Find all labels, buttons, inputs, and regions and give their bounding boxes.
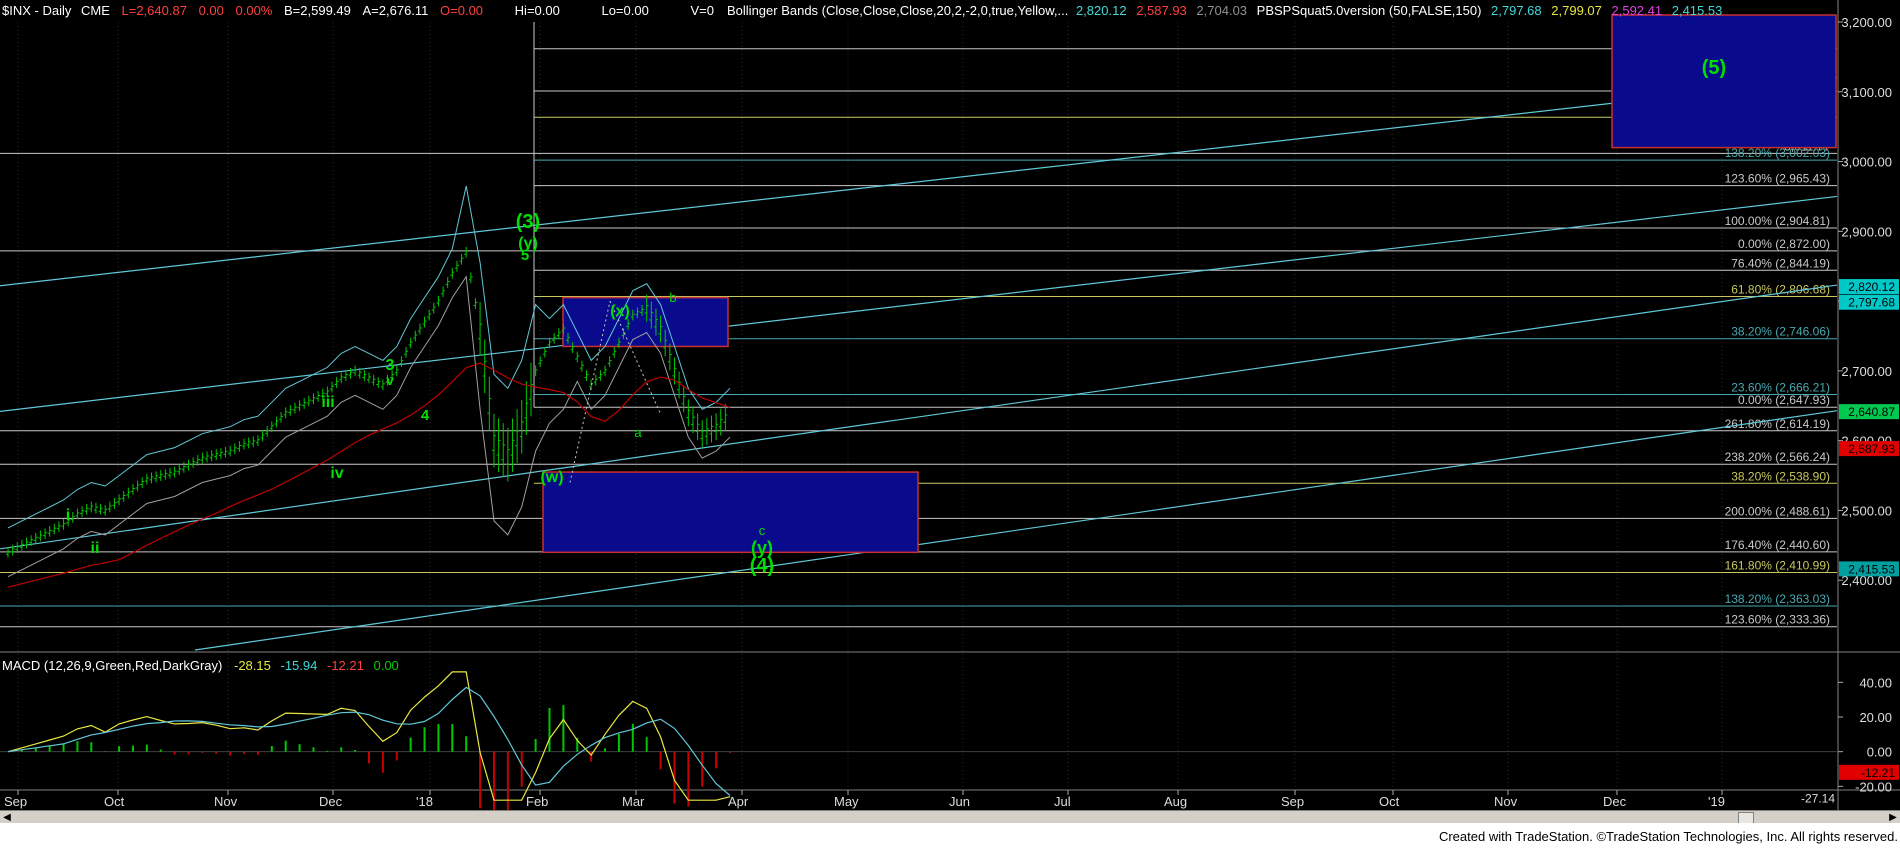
macd-axis-label-0: 40.00 xyxy=(1859,675,1892,690)
fib-label-17: 176.40% (2,440.60) xyxy=(1725,538,1830,552)
time-axis-label-9: Jun xyxy=(949,794,970,809)
fib-label-8: 76.40% (2,844.19) xyxy=(1731,256,1830,270)
wave-label-3: (x) xyxy=(610,303,630,320)
price-axis-label-7: 2,500.00 xyxy=(1841,503,1892,518)
price-chart: Sep Oct Nov Dec '18 Feb Mar Apr May Jun Jul Aug Sep O… xyxy=(0,0,1900,836)
pbs-label: PBSPSquat5.0version (50,FALSE,150) xyxy=(1256,3,1482,18)
pbs-value-3: 2,592.41 xyxy=(1611,3,1663,18)
exchange-label: CME xyxy=(80,3,110,18)
time-axis-label-13: Oct xyxy=(1379,794,1400,809)
macd-right-value: -27.14 xyxy=(1801,792,1835,806)
fib-label-15: 38.20% (2,538.90) xyxy=(1731,469,1830,483)
wave-label-9: (4) xyxy=(750,555,774,577)
axis-price-tag-text-0: 2,820.12 xyxy=(1848,280,1895,294)
indicator-header: Bollinger Bands (Close,Close,Close,20,2,… xyxy=(727,3,1722,19)
time-axis-label-8: May xyxy=(834,794,859,809)
axis-price-tag-text-2: 2,640.87 xyxy=(1848,405,1895,419)
target-box-x xyxy=(562,296,729,348)
axis-price-tag-text-4: 2,415.53 xyxy=(1848,562,1895,576)
price-axis-label-1: 3,100.00 xyxy=(1841,85,1892,100)
time-axis-label-1: Oct xyxy=(104,794,125,809)
footer-copyright: Created with TradeStation. ©TradeStation… xyxy=(1438,829,1898,844)
volume-value: V=0 xyxy=(690,3,714,18)
wave-label-4: b xyxy=(669,290,676,305)
wave-label-12: v xyxy=(386,372,394,388)
horizontal-scrollbar[interactable]: ◀ ▶ xyxy=(0,810,1900,824)
wave-label-16: i xyxy=(66,507,70,524)
macd-value: -28.15 xyxy=(233,658,271,673)
macd-tag-hist-text: -12.21 xyxy=(1861,766,1895,780)
macd-zero-value: 0.00 xyxy=(373,658,399,673)
wave-label-15: iv xyxy=(330,465,343,482)
axis-price-tag-text-3: 2,587.93 xyxy=(1848,442,1895,456)
change-value: 0.00 xyxy=(198,3,224,18)
fib-label-5: 123.60% (2,965.43) xyxy=(1725,172,1830,186)
fib-label-12: 0.00% (2,647.93) xyxy=(1738,393,1830,407)
hi-price: Hi=0.00 xyxy=(514,3,560,18)
wave-label-0: (3) xyxy=(516,211,540,233)
open-price: O=0.00 xyxy=(440,3,484,18)
time-axis-label-10: Jul xyxy=(1054,794,1071,809)
fib-label-14: 238.20% (2,566.24) xyxy=(1725,450,1830,464)
fib-label-6: 100.00% (2,904.81) xyxy=(1725,214,1830,228)
time-axis-label-6: Mar xyxy=(622,794,645,809)
bb-lower-value: 2,587.93 xyxy=(1136,3,1187,18)
fib-label-7: 0.00% (2,872.00) xyxy=(1738,237,1830,251)
ask-price: A=2,676.11 xyxy=(362,3,429,18)
last-price: L=2,640.87 xyxy=(121,3,187,18)
time-axis-label-0: Sep xyxy=(4,794,27,809)
price-axis-label-3: 2,900.00 xyxy=(1841,224,1892,239)
macd-axis-label-3: -20.00 xyxy=(1855,779,1892,794)
time-axis-label-7: Apr xyxy=(728,794,749,809)
price-axis-label-5: 2,700.00 xyxy=(1841,364,1892,379)
bb-mid-value: 2,704.03 xyxy=(1196,3,1248,18)
macd-label: MACD (12,26,9,Green,Red,DarkGray) xyxy=(2,658,223,673)
target-box-5 xyxy=(1611,14,1837,149)
time-axis-label-3: Dec xyxy=(319,794,343,809)
fib-label-10: 38.20% (2,746.06) xyxy=(1731,325,1830,339)
wave-label-7: c xyxy=(759,523,766,538)
macd-signal-value: -15.94 xyxy=(280,658,318,673)
change-pct: 0.00% xyxy=(235,3,273,18)
fib-label-19: 138.20% (2,363.03) xyxy=(1725,592,1830,606)
time-axis-label-12: Sep xyxy=(1281,794,1304,809)
axis-price-tag-text-1: 2,797.68 xyxy=(1848,296,1895,310)
time-axis-label-5: Feb xyxy=(526,794,548,809)
fib-label-9: 61.80% (2,806.68) xyxy=(1731,282,1830,296)
pbs-value-1: 2,797.68 xyxy=(1491,3,1542,18)
header-bar: $INX - Daily CME L=2,640.87 0.00 0.00% B… xyxy=(2,3,714,19)
fib-label-18: 161.80% (2,410.99) xyxy=(1725,559,1830,573)
time-axis-label-15: Dec xyxy=(1603,794,1627,809)
time-axis-label-2: Nov xyxy=(214,794,238,809)
target-box-4 xyxy=(542,471,919,554)
wave-label-5: a xyxy=(634,425,642,440)
wave-label-2: 5 xyxy=(521,247,529,264)
wave-label-17: ii xyxy=(91,540,100,557)
macd-axis-label-2: 0.00 xyxy=(1867,745,1892,760)
time-axis-label-11: Aug xyxy=(1164,794,1187,809)
wave-label-6: (w) xyxy=(540,469,563,486)
time-axis-label-16: '19 xyxy=(1708,794,1725,809)
wave-label-10: (5) xyxy=(1702,57,1726,79)
pbs-value-4: 2,415.53 xyxy=(1671,3,1723,18)
macd-hist-value: -12.21 xyxy=(326,658,364,673)
macd-axis-label-1: 20.00 xyxy=(1859,710,1892,725)
bb-label: Bollinger Bands (Close,Close,Close,20,2,… xyxy=(727,3,1069,18)
lo-price: Lo=0.00 xyxy=(601,3,649,18)
fib-label-16: 200.00% (2,488.61) xyxy=(1725,504,1830,518)
wave-label-13: 4 xyxy=(421,407,430,424)
price-axis-label-2: 3,000.00 xyxy=(1841,155,1892,170)
wave-label-14: iii xyxy=(321,394,334,411)
macd-header: MACD (12,26,9,Green,Red,DarkGray) -28.15… xyxy=(2,658,399,674)
symbol-label: $INX - Daily xyxy=(2,3,72,18)
fib-label-20: 123.60% (2,333.36) xyxy=(1725,613,1830,627)
time-axis-label-4: '18 xyxy=(416,794,433,809)
time-axis-label-14: Nov xyxy=(1494,794,1518,809)
footer: Created with TradeStation. ©TradeStation… xyxy=(0,823,1900,850)
bid-price: B=2,599.49 xyxy=(284,3,351,18)
bb-upper-value: 2,820.12 xyxy=(1075,3,1127,18)
price-axis-label-0: 3,200.00 xyxy=(1841,15,1892,30)
pbs-value-2: 2,799.07 xyxy=(1551,3,1602,18)
